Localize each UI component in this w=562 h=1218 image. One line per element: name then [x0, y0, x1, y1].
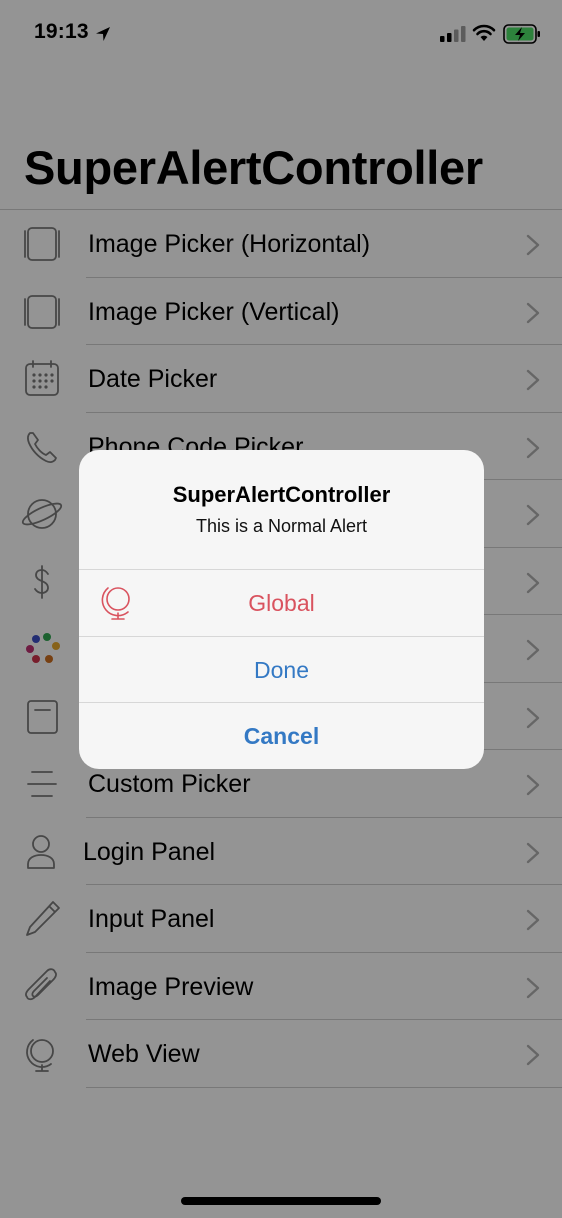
- cancel-button[interactable]: Cancel: [79, 702, 484, 769]
- globe-icon: [101, 587, 130, 620]
- done-button[interactable]: Done: [79, 636, 484, 703]
- done-button-label: Done: [254, 657, 309, 683]
- cancel-button-label: Cancel: [243, 723, 320, 749]
- alert-title: SuperAlertController: [172, 482, 391, 507]
- alert-dialog: SuperAlertController This is a Normal Al…: [79, 450, 484, 769]
- global-button-label: Global: [248, 590, 315, 616]
- global-button[interactable]: Global: [79, 569, 484, 636]
- alert-message: This is a Normal Alert: [195, 516, 368, 536]
- home-indicator[interactable]: [181, 1197, 381, 1205]
